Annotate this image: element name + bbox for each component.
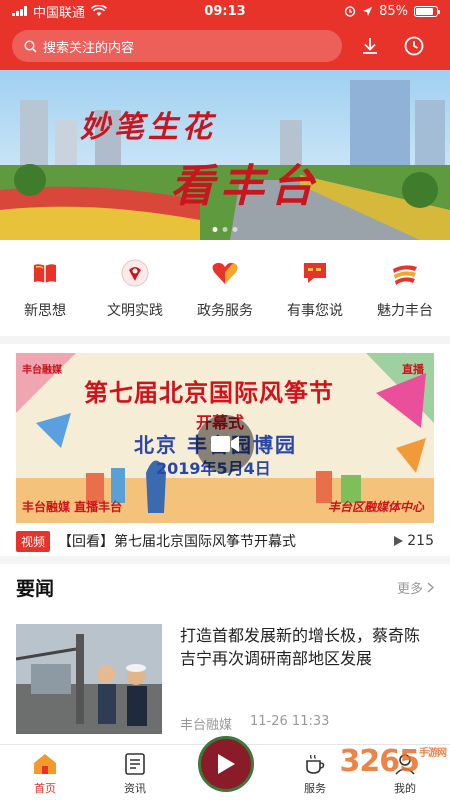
- play-icon: [218, 754, 235, 774]
- tab-label: 首页: [34, 782, 56, 795]
- news-item[interactable]: 打造首都发展新的增长极，蔡奇陈吉宁再次调研南部地区发展 丰台融媒 11-26 1…: [16, 624, 434, 736]
- banner-carousel[interactable]: 妙笔生花 看丰台: [0, 70, 450, 240]
- quick-link-youshi[interactable]: 有事您说: [270, 248, 360, 328]
- carrier-label: 中国联通: [33, 5, 86, 21]
- view-count-value: 215: [407, 533, 434, 549]
- alarm-icon: [344, 6, 356, 17]
- news-source: 丰台融媒: [180, 718, 233, 733]
- carousel-dots: [212, 227, 238, 232]
- quick-link-label: 魅力丰台: [377, 303, 433, 319]
- civilization-badge-icon: [121, 259, 149, 287]
- signal-icon: [12, 6, 27, 16]
- video-live-badge: 直播: [402, 363, 424, 376]
- banner-title-line1: 妙笔生花: [80, 110, 216, 145]
- location-icon: [363, 6, 373, 16]
- tab-home[interactable]: 首页: [0, 745, 90, 800]
- section-divider: [0, 556, 450, 564]
- quick-link-wenming[interactable]: 文明实践: [90, 248, 180, 328]
- quick-link-xinsixiang[interactable]: 新思想: [0, 248, 90, 328]
- status-time: 09:13: [204, 3, 246, 19]
- center-play-button[interactable]: [198, 736, 254, 792]
- watermark-text: 3265: [339, 744, 420, 779]
- chat-bubble-icon: [304, 263, 326, 283]
- video-camera-icon: [211, 436, 239, 452]
- tab-news[interactable]: 资讯: [90, 745, 180, 800]
- news-doc-icon: [125, 753, 145, 775]
- quick-link-meili[interactable]: 魅力丰台: [360, 248, 450, 328]
- battery-icon: [414, 5, 440, 17]
- watermark-sub: 手游网: [419, 748, 447, 759]
- play-count-icon: [394, 536, 404, 546]
- heart-service-icon: [212, 262, 238, 284]
- video-tag: 视频: [16, 530, 51, 552]
- status-bar: 中国联通 09:13 85%: [0, 0, 450, 22]
- video-caption-row[interactable]: 视频 【回看】第七届北京国际风筝节开幕式 215: [16, 530, 434, 552]
- download-icon: [363, 38, 377, 54]
- play-button[interactable]: [196, 415, 254, 473]
- fengtai-flag-icon: [393, 265, 417, 285]
- battery-percent: 85%: [379, 3, 408, 19]
- history-button[interactable]: [398, 30, 430, 62]
- tab-label: 资讯: [124, 782, 146, 795]
- video-title-main: 第七届北京国际风筝节: [84, 378, 334, 407]
- download-button[interactable]: [354, 30, 386, 62]
- video-footer-left: 丰台融媒 直播丰台: [22, 500, 123, 514]
- more-link[interactable]: 更多: [397, 578, 434, 597]
- news-thumbnail: [16, 624, 162, 734]
- section-title: 要闻: [16, 577, 55, 600]
- site-watermark: 3265手游网: [339, 744, 448, 779]
- quick-link-label: 文明实践: [107, 303, 163, 319]
- more-label: 更多: [396, 581, 423, 597]
- quick-link-label: 有事您说: [287, 303, 343, 319]
- video-footer-right: 丰台区融媒体中心: [327, 500, 424, 514]
- video-caption: 【回看】第七届北京国际风筝节开幕式: [58, 534, 297, 550]
- section-header: 要闻 更多: [16, 572, 434, 602]
- view-count: 215: [394, 533, 434, 549]
- service-cup-icon: [306, 754, 325, 774]
- video-brand: 丰台融媒: [22, 365, 62, 376]
- search-icon: [24, 39, 37, 53]
- tab-label: 服务: [304, 782, 326, 795]
- video-card[interactable]: 丰台融媒 直播 第七届北京国际风筝节 开幕式 北京 丰台园博园 2019年5月4…: [16, 353, 434, 523]
- banner-title-line2: 看丰台: [170, 161, 320, 212]
- wifi-icon: [91, 5, 108, 16]
- news-time: 11-26 11:33: [250, 714, 330, 729]
- section-divider: [0, 336, 450, 344]
- chevron-right-icon: [427, 581, 434, 593]
- clock-icon: [404, 36, 424, 56]
- home-icon: [34, 754, 56, 774]
- tab-label: 我的: [394, 782, 416, 795]
- quick-link-label: 政务服务: [197, 303, 253, 319]
- search-input[interactable]: 搜索关注的内容: [12, 30, 342, 62]
- news-meta: 丰台融媒 11-26 11:33: [180, 714, 329, 733]
- book-icon: [34, 264, 56, 283]
- top-bar: 搜索关注的内容: [0, 22, 450, 70]
- news-title: 打造首都发展新的增长极，蔡奇陈吉宁再次调研南部地区发展: [180, 626, 421, 668]
- quick-link-label: 新思想: [24, 303, 66, 319]
- quick-links: 新思想 文明实践 政务服务 有事您说 魅力丰台: [0, 248, 450, 328]
- quick-link-zhengwu[interactable]: 政务服务: [180, 248, 270, 328]
- search-placeholder: 搜索关注的内容: [43, 40, 135, 56]
